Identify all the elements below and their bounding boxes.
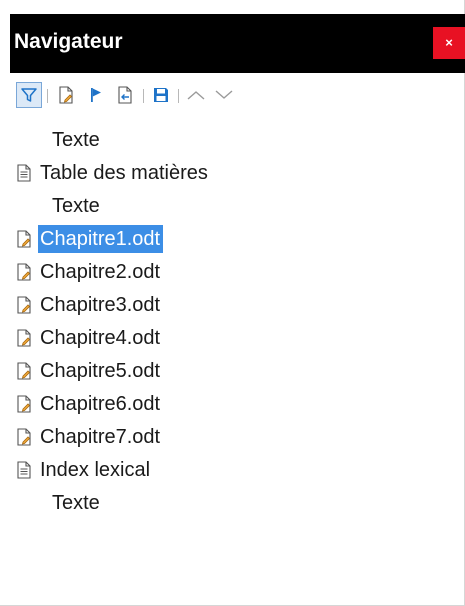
tree-item-index[interactable]: Table des matières — [16, 157, 211, 189]
tree-item-label: Index lexical — [40, 459, 151, 481]
edit-document-icon — [17, 329, 31, 347]
tree-item-text[interactable]: Texte — [16, 124, 103, 156]
insert-button[interactable] — [113, 82, 137, 108]
navigator-panel: Navigateur × Texte Table des matières Te… — [0, 0, 465, 606]
chevron-down-icon — [215, 90, 233, 99]
edit-button[interactable] — [54, 82, 78, 108]
tree-item-file[interactable]: Chapitre3.odt — [16, 289, 163, 321]
tree-item-label: Chapitre7.odt — [40, 426, 161, 448]
edit-document-icon — [17, 428, 31, 446]
tree-item-text[interactable]: Texte — [16, 487, 103, 519]
content-view-toggle[interactable] — [16, 82, 42, 108]
tree-item-label: Texte — [52, 492, 100, 514]
move-down-button[interactable] — [212, 82, 236, 108]
document-icon — [17, 164, 31, 182]
reminder-button[interactable] — [84, 82, 108, 108]
tree-item-label: Chapitre3.odt — [40, 294, 161, 316]
tree-item-index[interactable]: Index lexical — [16, 454, 153, 486]
navigator-titlebar: Navigateur × — [10, 14, 465, 73]
tree-item-label: Chapitre1.odt — [38, 225, 164, 253]
edit-document-icon — [17, 263, 31, 281]
tree-item-file[interactable]: Chapitre4.odt — [16, 322, 163, 354]
tree-item-file[interactable]: Chapitre1.odt — [16, 223, 164, 255]
close-icon: × — [445, 35, 453, 50]
tree-item-label: Chapitre6.odt — [40, 393, 161, 415]
save-as-button[interactable] — [149, 82, 173, 108]
edit-document-icon — [17, 362, 31, 380]
chevron-up-icon — [187, 91, 205, 100]
save-icon — [154, 88, 168, 102]
tree-item-text[interactable]: Texte — [16, 190, 103, 222]
tree-item-label: Texte — [52, 129, 100, 151]
edit-document-icon — [17, 230, 31, 248]
toolbar-separator — [143, 89, 144, 103]
move-up-button[interactable] — [184, 82, 208, 108]
flag-icon — [91, 88, 101, 102]
tree-item-label: Table des matières — [40, 162, 208, 184]
insert-document-icon — [118, 86, 132, 104]
edit-document-icon — [17, 296, 31, 314]
tree-item-file[interactable]: Chapitre5.odt — [16, 355, 163, 387]
navigator-toolbar — [16, 82, 316, 110]
filter-icon — [21, 88, 37, 102]
tree-item-label: Chapitre4.odt — [40, 327, 161, 349]
tree-item-label: Chapitre5.odt — [40, 360, 161, 382]
document-icon — [17, 461, 31, 479]
toolbar-separator — [47, 89, 48, 103]
tree-item-label: Texte — [52, 195, 100, 217]
tree-item-file[interactable]: Chapitre6.odt — [16, 388, 163, 420]
tree-item-file[interactable]: Chapitre2.odt — [16, 256, 163, 288]
tree-item-label: Chapitre2.odt — [40, 261, 161, 283]
navigator-title: Navigateur — [14, 30, 123, 53]
edit-document-icon — [59, 86, 73, 104]
tree-item-file[interactable]: Chapitre7.odt — [16, 421, 163, 453]
close-button[interactable]: × — [433, 27, 465, 59]
edit-document-icon — [17, 395, 31, 413]
toolbar-separator — [178, 89, 179, 103]
